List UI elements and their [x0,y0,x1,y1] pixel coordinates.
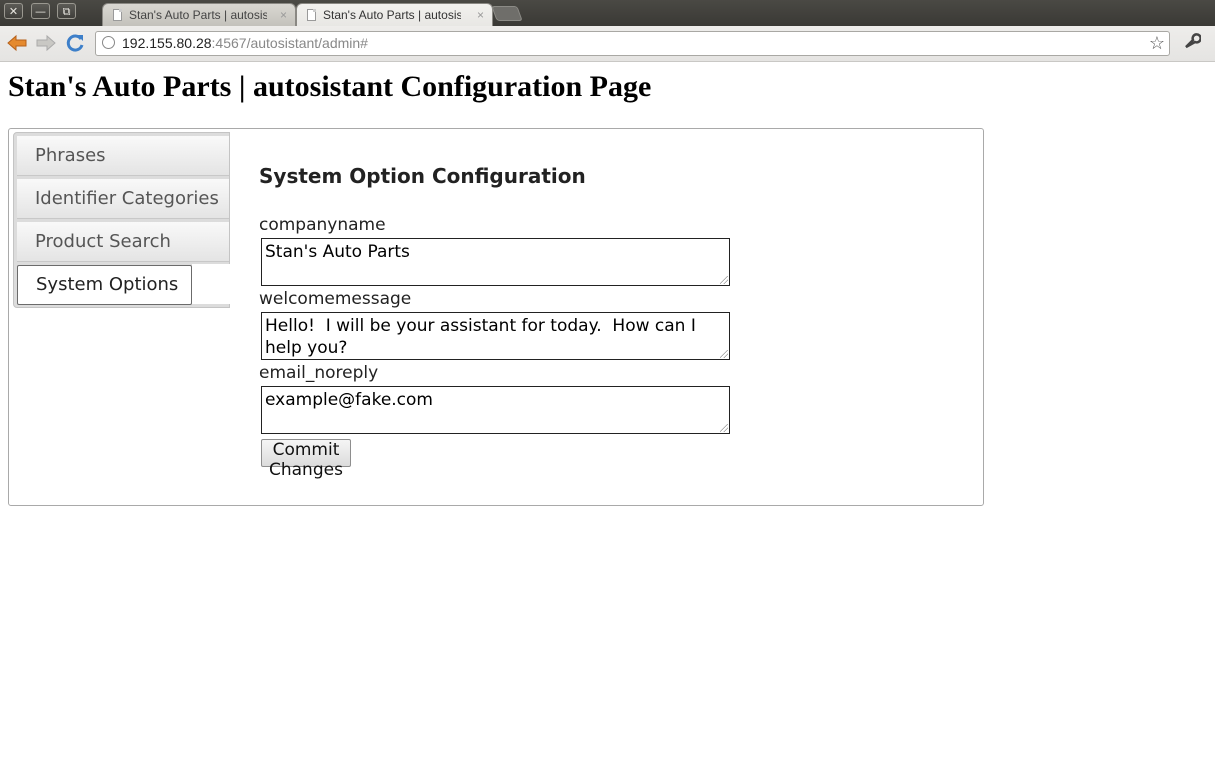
wrench-icon[interactable] [1183,32,1202,56]
sidebar-item-system-options[interactable]: System Options [17,265,192,305]
page-document-icon [113,9,122,21]
sidebar-tabs: Phrases Identifier Categories Product Se… [13,132,231,308]
reload-icon[interactable] [64,32,86,54]
star-icon[interactable]: ☆ [1149,32,1165,54]
welcomemessage-label: welcomemessage [259,289,412,309]
companyname-value: Stan's Auto Parts [265,242,410,262]
commit-changes-button[interactable]: Commit Changes [261,439,351,480]
address-host: 192.155.80.28 [122,35,212,51]
forward-arrow-icon[interactable] [35,32,57,54]
resize-grip-icon[interactable] [720,350,728,358]
email-noreply-label: email_noreply [259,363,379,383]
tab-connector [192,264,231,304]
page-title: Stan's Auto Parts | autosistant Configur… [8,70,652,103]
back-arrow-icon[interactable] [6,32,28,54]
welcomemessage-field[interactable]: Hello! I will be your assistant for toda… [261,312,730,360]
sidebar-item-identifier-categories[interactable]: Identifier Categories [17,179,229,219]
email-noreply-field[interactable]: example@fake.com [261,386,730,434]
address-bar[interactable]: 192.155.80.28:4567/autosistant/admin# ☆ [95,31,1170,56]
section-heading: System Option Configuration [259,164,586,188]
browser-tab-2-active[interactable]: Stan's Auto Parts | autosis × [296,3,493,26]
window-minimize-button[interactable]: — [31,3,50,19]
browser-toolbar: 192.155.80.28:4567/autosistant/admin# ☆ [0,26,1215,62]
email-noreply-value: example@fake.com [265,390,433,410]
companyname-field[interactable]: Stan's Auto Parts [261,238,730,286]
tab-title: Stan's Auto Parts | autosis [129,8,267,22]
resize-grip-icon[interactable] [720,276,728,284]
tab-title: Stan's Auto Parts | autosis [323,8,461,22]
sidebar-item-phrases[interactable]: Phrases [17,136,229,176]
window-close-button[interactable]: ✕ [4,3,23,19]
sidebar-item-product-search[interactable]: Product Search [17,222,229,262]
tab-close-icon[interactable]: × [280,4,287,26]
resize-grip-icon[interactable] [720,424,728,432]
tab-close-icon[interactable]: × [477,4,484,26]
config-panel: Phrases Identifier Categories Product Se… [8,128,984,506]
page-document-icon [307,9,316,21]
browser-tab-1[interactable]: Stan's Auto Parts | autosis × [102,3,296,26]
window-maximize-button[interactable]: ⧉ [57,3,76,19]
new-tab-button[interactable] [491,6,523,21]
welcomemessage-value: Hello! I will be your assistant for toda… [265,316,702,358]
companyname-label: companyname [259,215,386,235]
address-path: :4567/autosistant/admin# [211,35,368,51]
globe-icon [102,36,115,49]
browser-titlebar: ✕ — ⧉ Stan's Auto Parts | autosis × Stan… [0,0,1215,26]
